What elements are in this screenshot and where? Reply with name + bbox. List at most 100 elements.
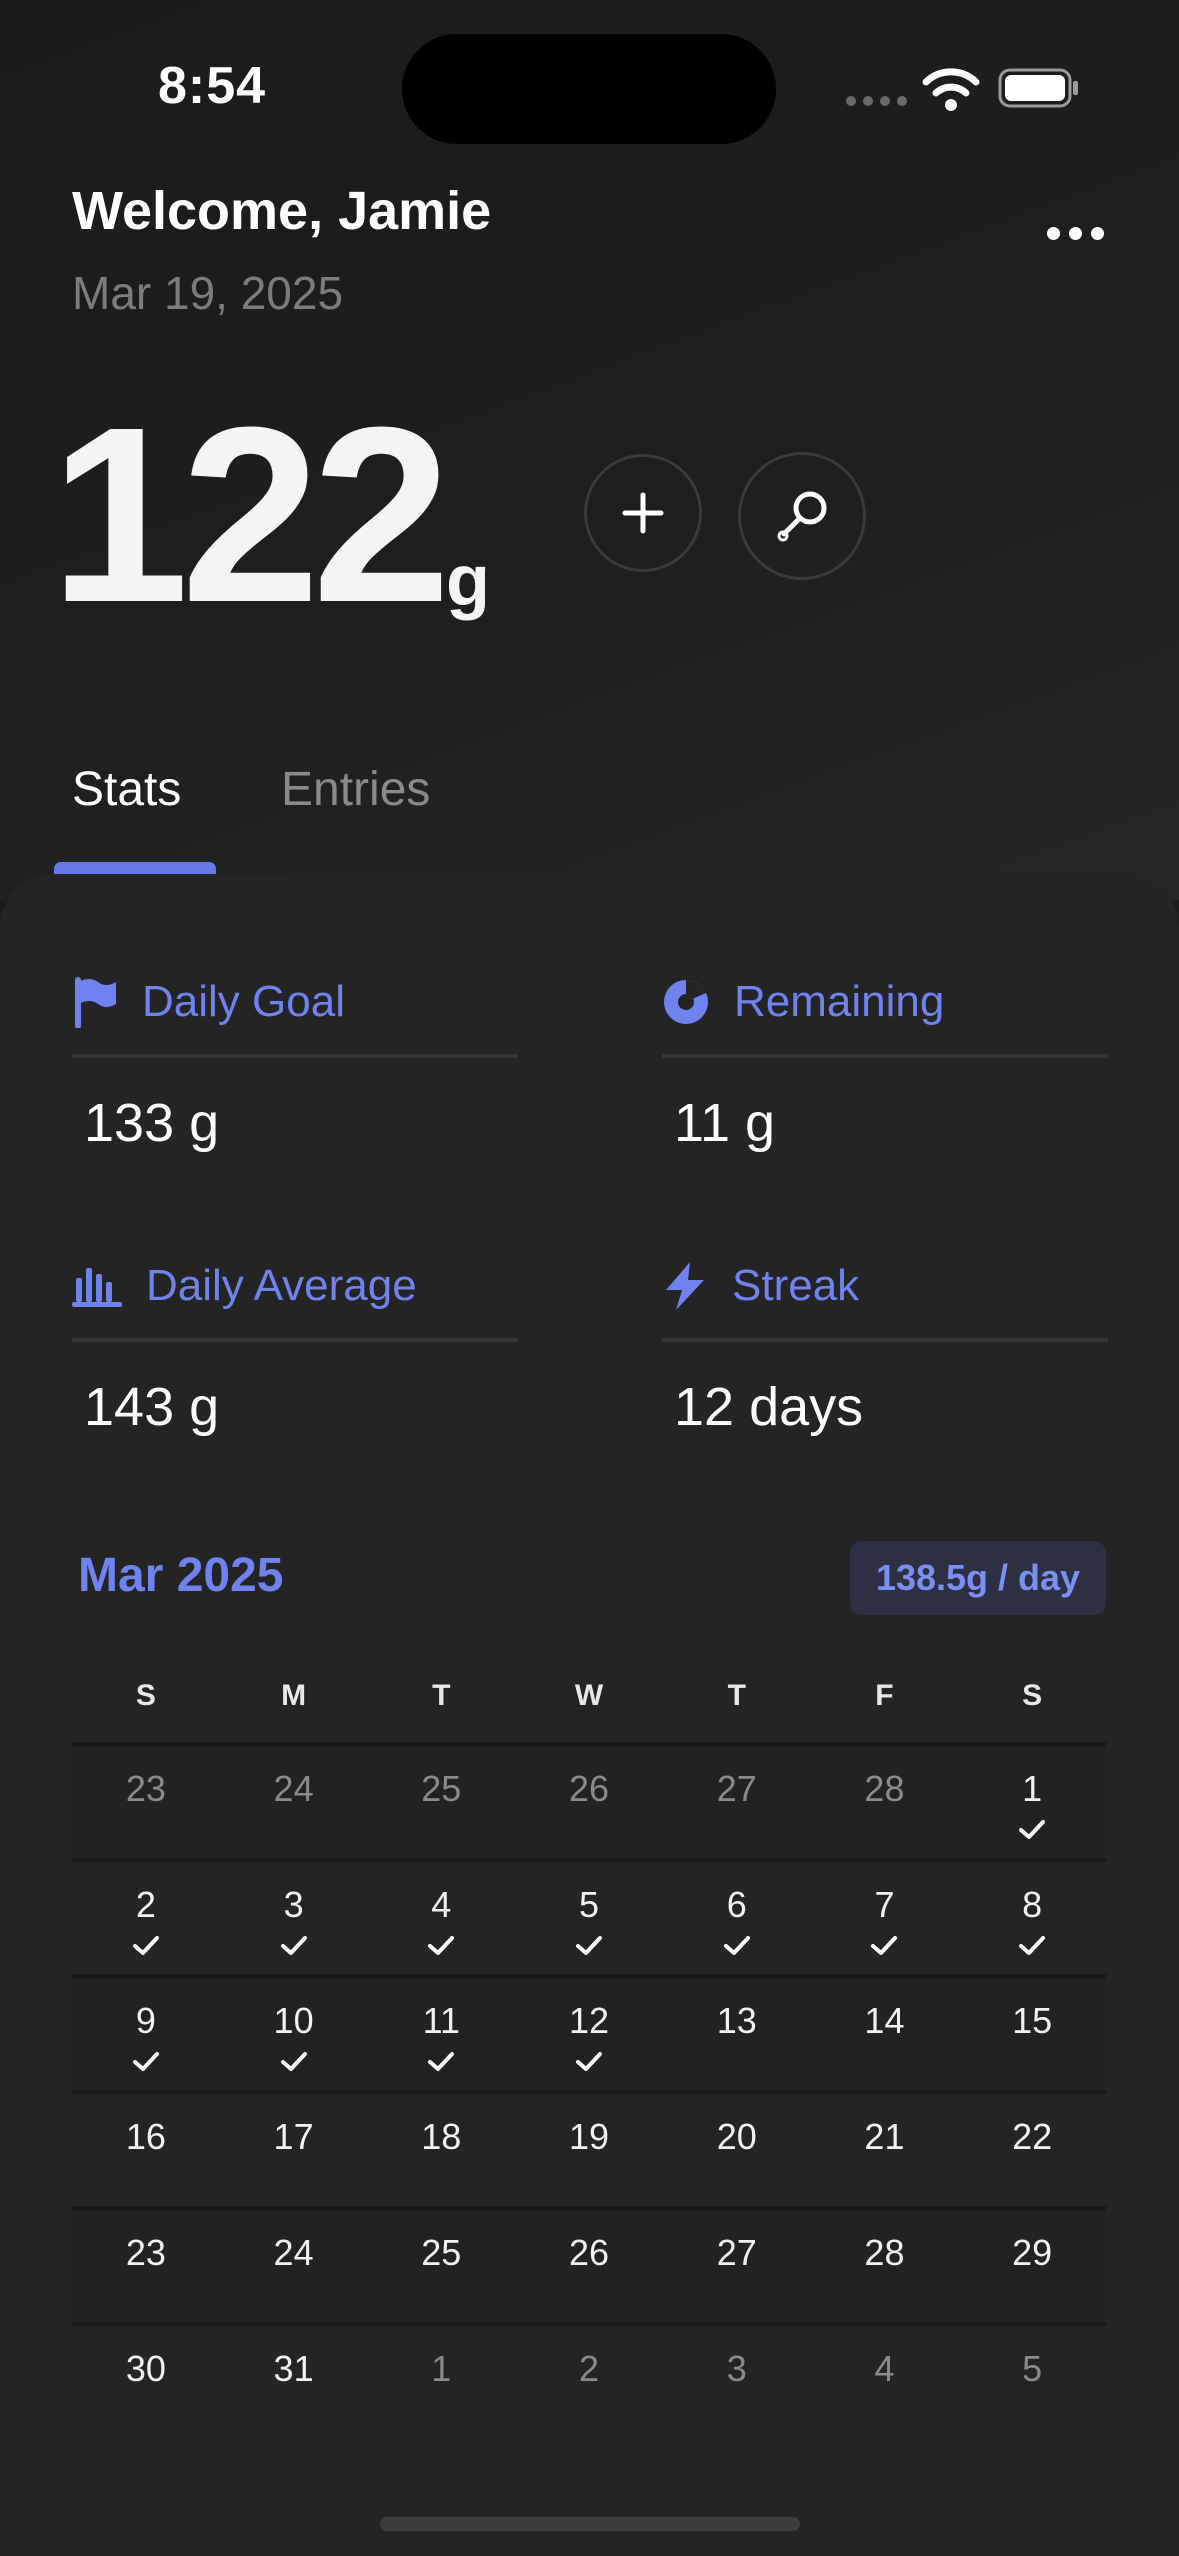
- more-options-button[interactable]: [1040, 210, 1110, 256]
- checkmark-icon: [428, 2052, 455, 2071]
- calendar-day[interactable]: 28: [811, 1746, 959, 1858]
- calendar-day-number: 23: [125, 2232, 166, 2273]
- pie-icon: [664, 980, 708, 1024]
- checkmark-icon: [576, 2052, 603, 2071]
- calendar-day[interactable]: 5: [515, 1862, 663, 1974]
- calendar-day[interactable]: 17: [220, 2094, 368, 2206]
- calendar-day[interactable]: 25: [367, 1746, 515, 1858]
- calendar-day[interactable]: 24: [220, 1746, 368, 1858]
- stat-label: Daily Goal: [142, 977, 345, 1026]
- calendar-day-number: 9: [135, 2000, 156, 2041]
- calendar-day[interactable]: 11: [367, 1978, 515, 2090]
- calendar-day-number: 25: [421, 2232, 462, 2273]
- food-button[interactable]: [738, 452, 866, 580]
- calendar-day[interactable]: 9: [72, 1978, 220, 2090]
- calendar-day-number: 1: [1022, 1768, 1043, 1809]
- calendar-day[interactable]: 1: [367, 2326, 515, 2438]
- calendar-day[interactable]: 20: [663, 2094, 811, 2206]
- calendar-day[interactable]: 27: [663, 1746, 811, 1858]
- calendar-day-number: 1: [431, 2348, 452, 2389]
- weekday-label: F: [875, 1679, 894, 1712]
- calendar-day-number: 25: [421, 1768, 462, 1809]
- calendar-day-number: 11: [422, 2000, 460, 2041]
- calendar-day[interactable]: 23: [72, 2210, 220, 2322]
- stat-streak: Streak 12 days: [662, 1244, 1108, 1438]
- calendar-day-number: 17: [273, 2116, 314, 2157]
- calendar-day-number: 28: [864, 1768, 905, 1809]
- calendar-day[interactable]: 2: [72, 1862, 220, 1974]
- cellular-signal-icon: [846, 96, 907, 106]
- add-entry-button[interactable]: [584, 454, 702, 572]
- calendar-week-row: 2 3 4 5 6 7 8: [72, 1858, 1106, 1974]
- calendar-day-number: 6: [726, 1884, 747, 1925]
- calendar-day[interactable]: 6: [663, 1862, 811, 1974]
- calendar-week-row: 30 31 1 2 3 4 5: [72, 2322, 1106, 2438]
- calendar-day-number: 21: [864, 2116, 905, 2157]
- calendar-day[interactable]: 21: [811, 2094, 959, 2206]
- calendar-day[interactable]: 19: [515, 2094, 663, 2206]
- calendar-day[interactable]: 26: [515, 2210, 663, 2322]
- calendar-day[interactable]: 14: [811, 1978, 959, 2090]
- calendar-day-number: 13: [716, 2000, 757, 2041]
- calendar-day[interactable]: 26: [515, 1746, 663, 1858]
- calendar-day[interactable]: 12: [515, 1978, 663, 2090]
- calendar-day-number: 26: [568, 1768, 610, 1809]
- home-indicator: [380, 2517, 800, 2531]
- calendar-day[interactable]: 31: [220, 2326, 368, 2438]
- calendar-day[interactable]: 1: [958, 1746, 1106, 1858]
- calendar-day-number: 26: [568, 2232, 610, 2273]
- calendar-day-number: 27: [716, 2232, 757, 2273]
- calendar-day[interactable]: 25: [367, 2210, 515, 2322]
- calendar-day[interactable]: 28: [811, 2210, 959, 2322]
- stat-label: Streak: [732, 1261, 860, 1310]
- calendar-day[interactable]: 13: [663, 1978, 811, 2090]
- calendar-day-number: 5: [1022, 2348, 1043, 2389]
- dot-icon: [1090, 226, 1104, 240]
- checkmark-icon: [428, 1936, 455, 1955]
- weekday-label: S: [135, 1679, 156, 1712]
- welcome-title: Welcome, Jamie: [72, 181, 492, 241]
- calendar-day-number: 24: [273, 2232, 314, 2273]
- stat-label: Remaining: [734, 977, 945, 1026]
- calendar-day-number: 3: [726, 2348, 747, 2389]
- tab-stats[interactable]: Stats: [72, 762, 181, 817]
- tab-entries[interactable]: Entries: [281, 762, 430, 817]
- calendar-day[interactable]: 30: [72, 2326, 220, 2438]
- dot-icon: [1068, 226, 1082, 240]
- calendar-day[interactable]: 27: [663, 2210, 811, 2322]
- divider: [662, 1054, 1108, 1058]
- calendar-day[interactable]: 22: [958, 2094, 1106, 2206]
- calendar-day-number: 31: [273, 2348, 314, 2389]
- divider: [72, 1338, 518, 1342]
- calendar-day[interactable]: 18: [367, 2094, 515, 2206]
- calendar-day-number: 5: [579, 1884, 600, 1925]
- wifi-icon: [922, 68, 980, 111]
- calendar-day[interactable]: 24: [220, 2210, 368, 2322]
- calendar-day[interactable]: 3: [220, 1862, 368, 1974]
- calendar-day[interactable]: 5: [958, 2326, 1106, 2438]
- calendar-day-number: 7: [874, 1884, 895, 1925]
- calendar-day-number: 15: [1012, 2000, 1053, 2041]
- calendar-day[interactable]: 8: [958, 1862, 1106, 1974]
- calendar-day[interactable]: 10: [220, 1978, 368, 2090]
- calendar-day[interactable]: 7: [811, 1862, 959, 1974]
- calendar-day[interactable]: 23: [72, 1746, 220, 1858]
- divider: [662, 1338, 1108, 1342]
- stat-value: 133 g: [84, 1093, 220, 1153]
- daily-average-badge: 138.5g / day: [850, 1541, 1106, 1615]
- weekday-label: T: [432, 1679, 451, 1712]
- calendar-day-number: 20: [716, 2116, 757, 2157]
- calendar-day[interactable]: 4: [367, 1862, 515, 1974]
- calendar-day[interactable]: 4: [811, 2326, 959, 2438]
- calendar-day[interactable]: 15: [958, 1978, 1106, 2090]
- calendar-day[interactable]: 16: [72, 2094, 220, 2206]
- calendar-day-number: 29: [1012, 2232, 1053, 2273]
- calendar-day[interactable]: 29: [958, 2210, 1106, 2322]
- calendar-day-number: 2: [135, 1884, 156, 1925]
- calendar-day[interactable]: 2: [515, 2326, 663, 2438]
- calendar-day-number: 3: [283, 1884, 304, 1925]
- calendar-day[interactable]: 3: [663, 2326, 811, 2438]
- calendar-week-row: 23 24 25 26 27 28 29: [72, 2206, 1106, 2322]
- calendar-month-title[interactable]: Mar 2025: [78, 1548, 283, 1603]
- calendar-week-row: 9 10 11 12 13 14 15: [72, 1974, 1106, 2090]
